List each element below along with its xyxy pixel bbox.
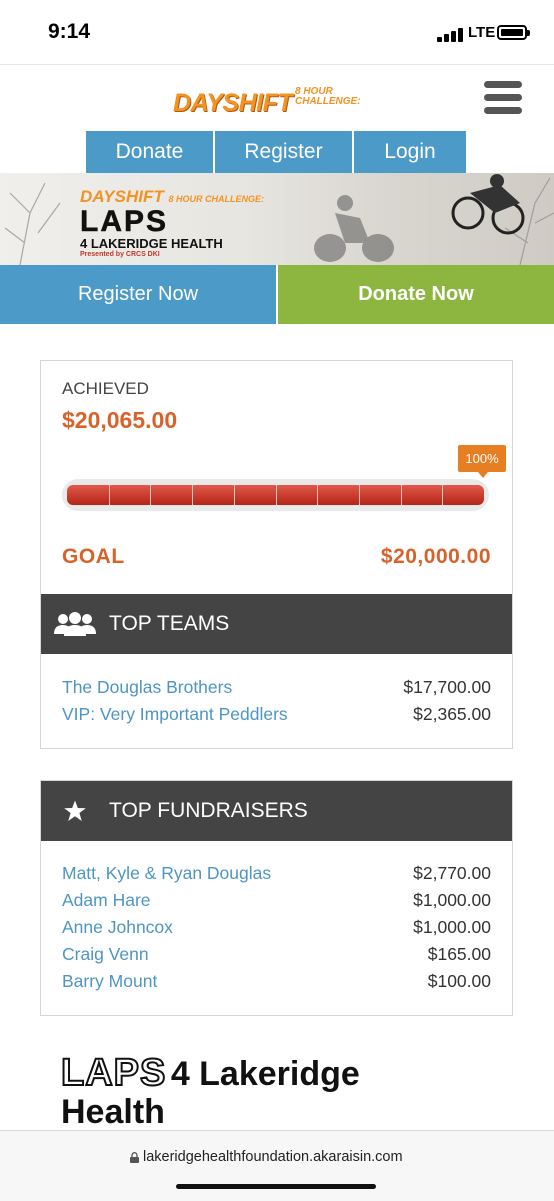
fundraiser-amount: $165.00: [427, 944, 491, 964]
top-teams-title: TOP TEAMS: [109, 612, 230, 635]
event-banner: DAYSHIFT 8 HOUR CHALLENGE: LAPS 4 LAKERI…: [0, 173, 554, 265]
logo-sub-text: 8 HOUR CHALLENGE:: [295, 86, 361, 107]
menu-icon[interactable]: [484, 81, 522, 115]
status-time: 9:14: [48, 20, 91, 43]
users-icon: [41, 612, 109, 636]
progress-bar-fill: [67, 485, 484, 505]
status-bar: 9:14 LTE: [0, 0, 554, 64]
progress-bar-segment: [317, 485, 318, 505]
battery-icon: [497, 25, 530, 40]
top-fundraisers-title: TOP FUNDRAISERS: [109, 799, 308, 822]
team-amount: $17,700.00: [403, 677, 491, 697]
banner-presented: Presented by CRCS DKI: [80, 251, 160, 258]
team-name-link[interactable]: The Douglas Brothers: [62, 677, 232, 698]
goal-label: GOAL: [62, 545, 125, 568]
team-row: The Douglas Brothers $17,700.00: [62, 677, 491, 703]
fundraiser-amount: $2,770.00: [413, 863, 491, 883]
nav-donate-button[interactable]: Donate: [86, 131, 215, 173]
lock-icon: [130, 1152, 139, 1163]
register-now-button[interactable]: Register Now: [0, 265, 276, 324]
goal-amount: $20,000.00: [380, 545, 491, 568]
donate-now-button[interactable]: Donate Now: [278, 265, 554, 324]
team-amount: $2,365.00: [413, 704, 491, 724]
top-nav: Donate Register Login: [86, 131, 466, 173]
fundraiser-row: Matt, Kyle & Ryan Douglas $2,770.00: [62, 863, 491, 889]
page-heading-line2: Health: [61, 1093, 165, 1131]
progress-bar-segment: [109, 485, 110, 505]
banner-title: DAYSHIFT 8 HOUR CHALLENGE: LAPS 4 LAKERI…: [80, 187, 264, 258]
banner-dayshift: DAYSHIFT: [80, 187, 164, 206]
home-indicator[interactable]: [176, 1184, 376, 1189]
top-teams-header: TOP TEAMS: [41, 594, 512, 654]
browser-url-bar[interactable]: lakeridgehealthfoundation.akaraisin.com: [0, 1130, 554, 1201]
progress-bar-segment: [442, 485, 443, 505]
top-fundraisers-header: TOP FUNDRAISERS: [41, 781, 512, 841]
laps-logo-word: LAPS: [60, 1051, 167, 1095]
fundraiser-row: Adam Hare $1,000.00: [62, 890, 491, 916]
fundraiser-row: Barry Mount $100.00: [62, 971, 491, 997]
page-heading: LAPS 4 Lakeridge Health: [60, 1051, 501, 1132]
site-header: DAYSHIFT 8 HOUR CHALLENGE: Donate Registe…: [0, 64, 554, 173]
signal-icon: [437, 26, 465, 42]
banner-lakeridge: 4 LAKERIDGE HEALTH: [80, 236, 223, 251]
logo-main-text: DAYSHIFT: [173, 89, 293, 117]
fundraiser-amount: $1,000.00: [413, 890, 491, 910]
nav-register-button[interactable]: Register: [215, 131, 354, 173]
nav-login-button[interactable]: Login: [354, 131, 466, 173]
progress-bar-segment: [401, 485, 402, 505]
percent-badge: 100%: [458, 445, 506, 478]
fundraiser-amount: $1,000.00: [413, 917, 491, 937]
top-fundraisers-panel: TOP FUNDRAISERS Matt, Kyle & Ryan Dougla…: [40, 780, 513, 1016]
banner-sub: 8 HOUR CHALLENGE:: [168, 194, 264, 204]
progress-bar-segment: [359, 485, 360, 505]
fundraiser-amount: $100.00: [427, 971, 491, 991]
fundraiser-row: Anne Johncox $1,000.00: [62, 917, 491, 943]
achieved-label: ACHIEVED: [62, 379, 149, 398]
page-heading-text: 4 Lakeridge: [170, 1055, 360, 1093]
fundraiser-name-link[interactable]: Adam Hare: [62, 890, 151, 911]
progress-bar: [62, 479, 489, 511]
fundraiser-name-link[interactable]: Anne Johncox: [62, 917, 173, 938]
url-text[interactable]: lakeridgehealthfoundation.akaraisin.com: [143, 1149, 403, 1165]
progress-bar-segment: [192, 485, 193, 505]
progress-bar-segment: [150, 485, 151, 505]
network-label: LTE: [468, 24, 496, 41]
fundraiser-name-link[interactable]: Barry Mount: [62, 971, 157, 992]
fundraiser-name-link[interactable]: Matt, Kyle & Ryan Douglas: [62, 863, 271, 884]
fundraiser-name-link[interactable]: Craig Venn: [62, 944, 149, 965]
achieved-amount: $20,065.00: [62, 407, 178, 433]
fundraiser-row: Craig Venn $165.00: [62, 944, 491, 970]
star-icon: [41, 799, 109, 823]
site-logo[interactable]: DAYSHIFT 8 HOUR CHALLENGE:: [173, 85, 388, 119]
fundraising-panel: ACHIEVED $20,065.00 100% GOAL $20,000.00…: [40, 360, 513, 749]
banner-laps: LAPS: [80, 205, 169, 238]
team-name-link[interactable]: VIP: Very Important Peddlers: [62, 704, 288, 725]
progress-bar-segment: [234, 485, 235, 505]
team-row: VIP: Very Important Peddlers $2,365.00: [62, 704, 491, 730]
progress-bar-segment: [276, 485, 277, 505]
